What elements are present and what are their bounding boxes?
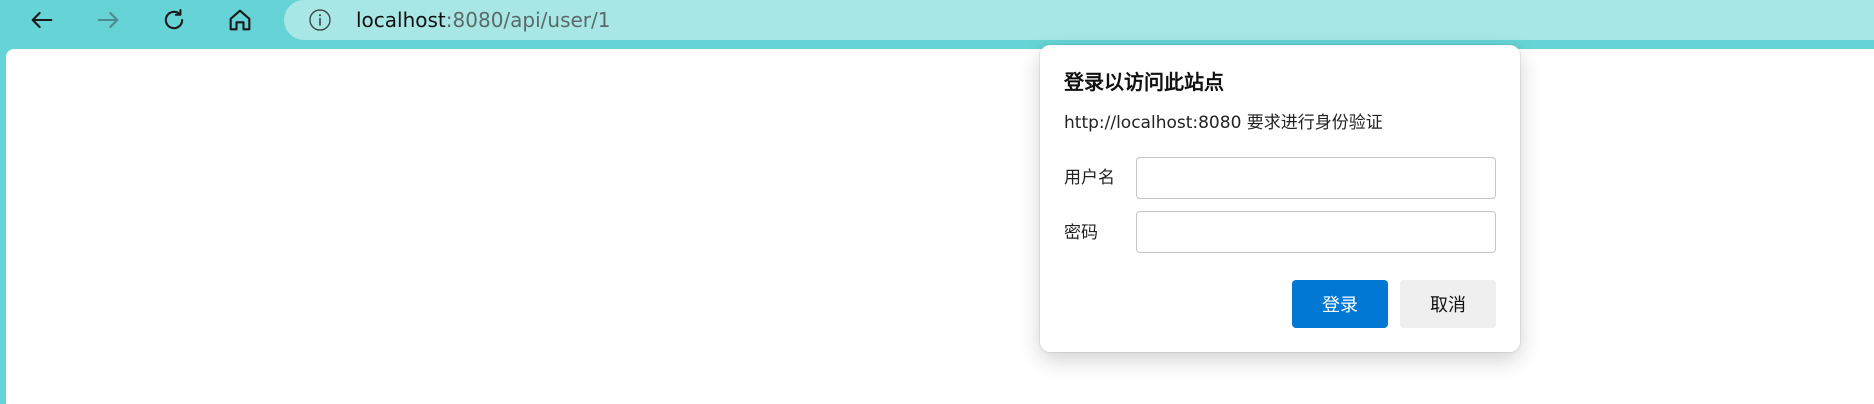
dialog-title: 登录以访问此站点 [1064,70,1224,94]
back-button[interactable] [22,2,62,38]
url-host: localhost [356,8,446,32]
address-bar[interactable]: localhost:8080/api/user/1 [284,0,1874,40]
dialog-description: http://localhost:8080 要求进行身份验证 [1064,113,1383,133]
reload-button[interactable] [154,2,194,38]
auth-dialog: 登录以访问此站点 http://localhost:8080 要求进行身份验证 … [1040,45,1520,352]
home-button[interactable] [220,2,260,38]
arrow-right-icon [97,11,119,29]
username-input[interactable] [1136,157,1496,199]
password-label: 密码 [1064,223,1098,243]
info-icon[interactable] [308,8,332,32]
username-label: 用户名 [1064,168,1115,188]
forward-button[interactable] [88,2,128,38]
url-path: :8080/api/user/1 [445,8,611,32]
refresh-icon [164,9,184,30]
url-text[interactable]: localhost:8080/api/user/1 [356,8,611,32]
page-viewport [6,49,1874,404]
arrow-left-icon [31,11,53,29]
home-icon [229,9,251,31]
browser-toolbar: localhost:8080/api/user/1 [0,0,1874,44]
password-input[interactable] [1136,211,1496,253]
cancel-button[interactable]: 取消 [1400,280,1496,328]
login-button[interactable]: 登录 [1292,280,1388,328]
